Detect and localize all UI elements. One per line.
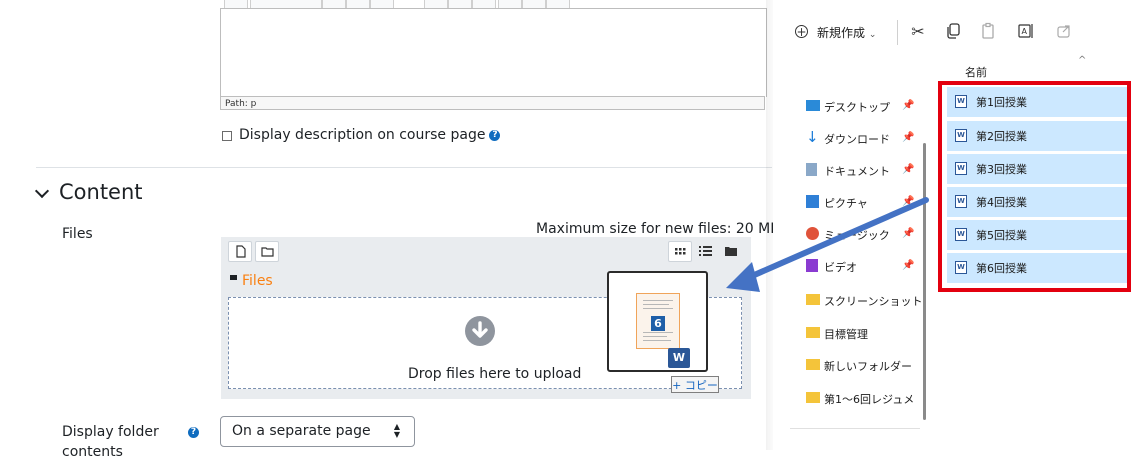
drag-arrow — [726, 197, 929, 292]
